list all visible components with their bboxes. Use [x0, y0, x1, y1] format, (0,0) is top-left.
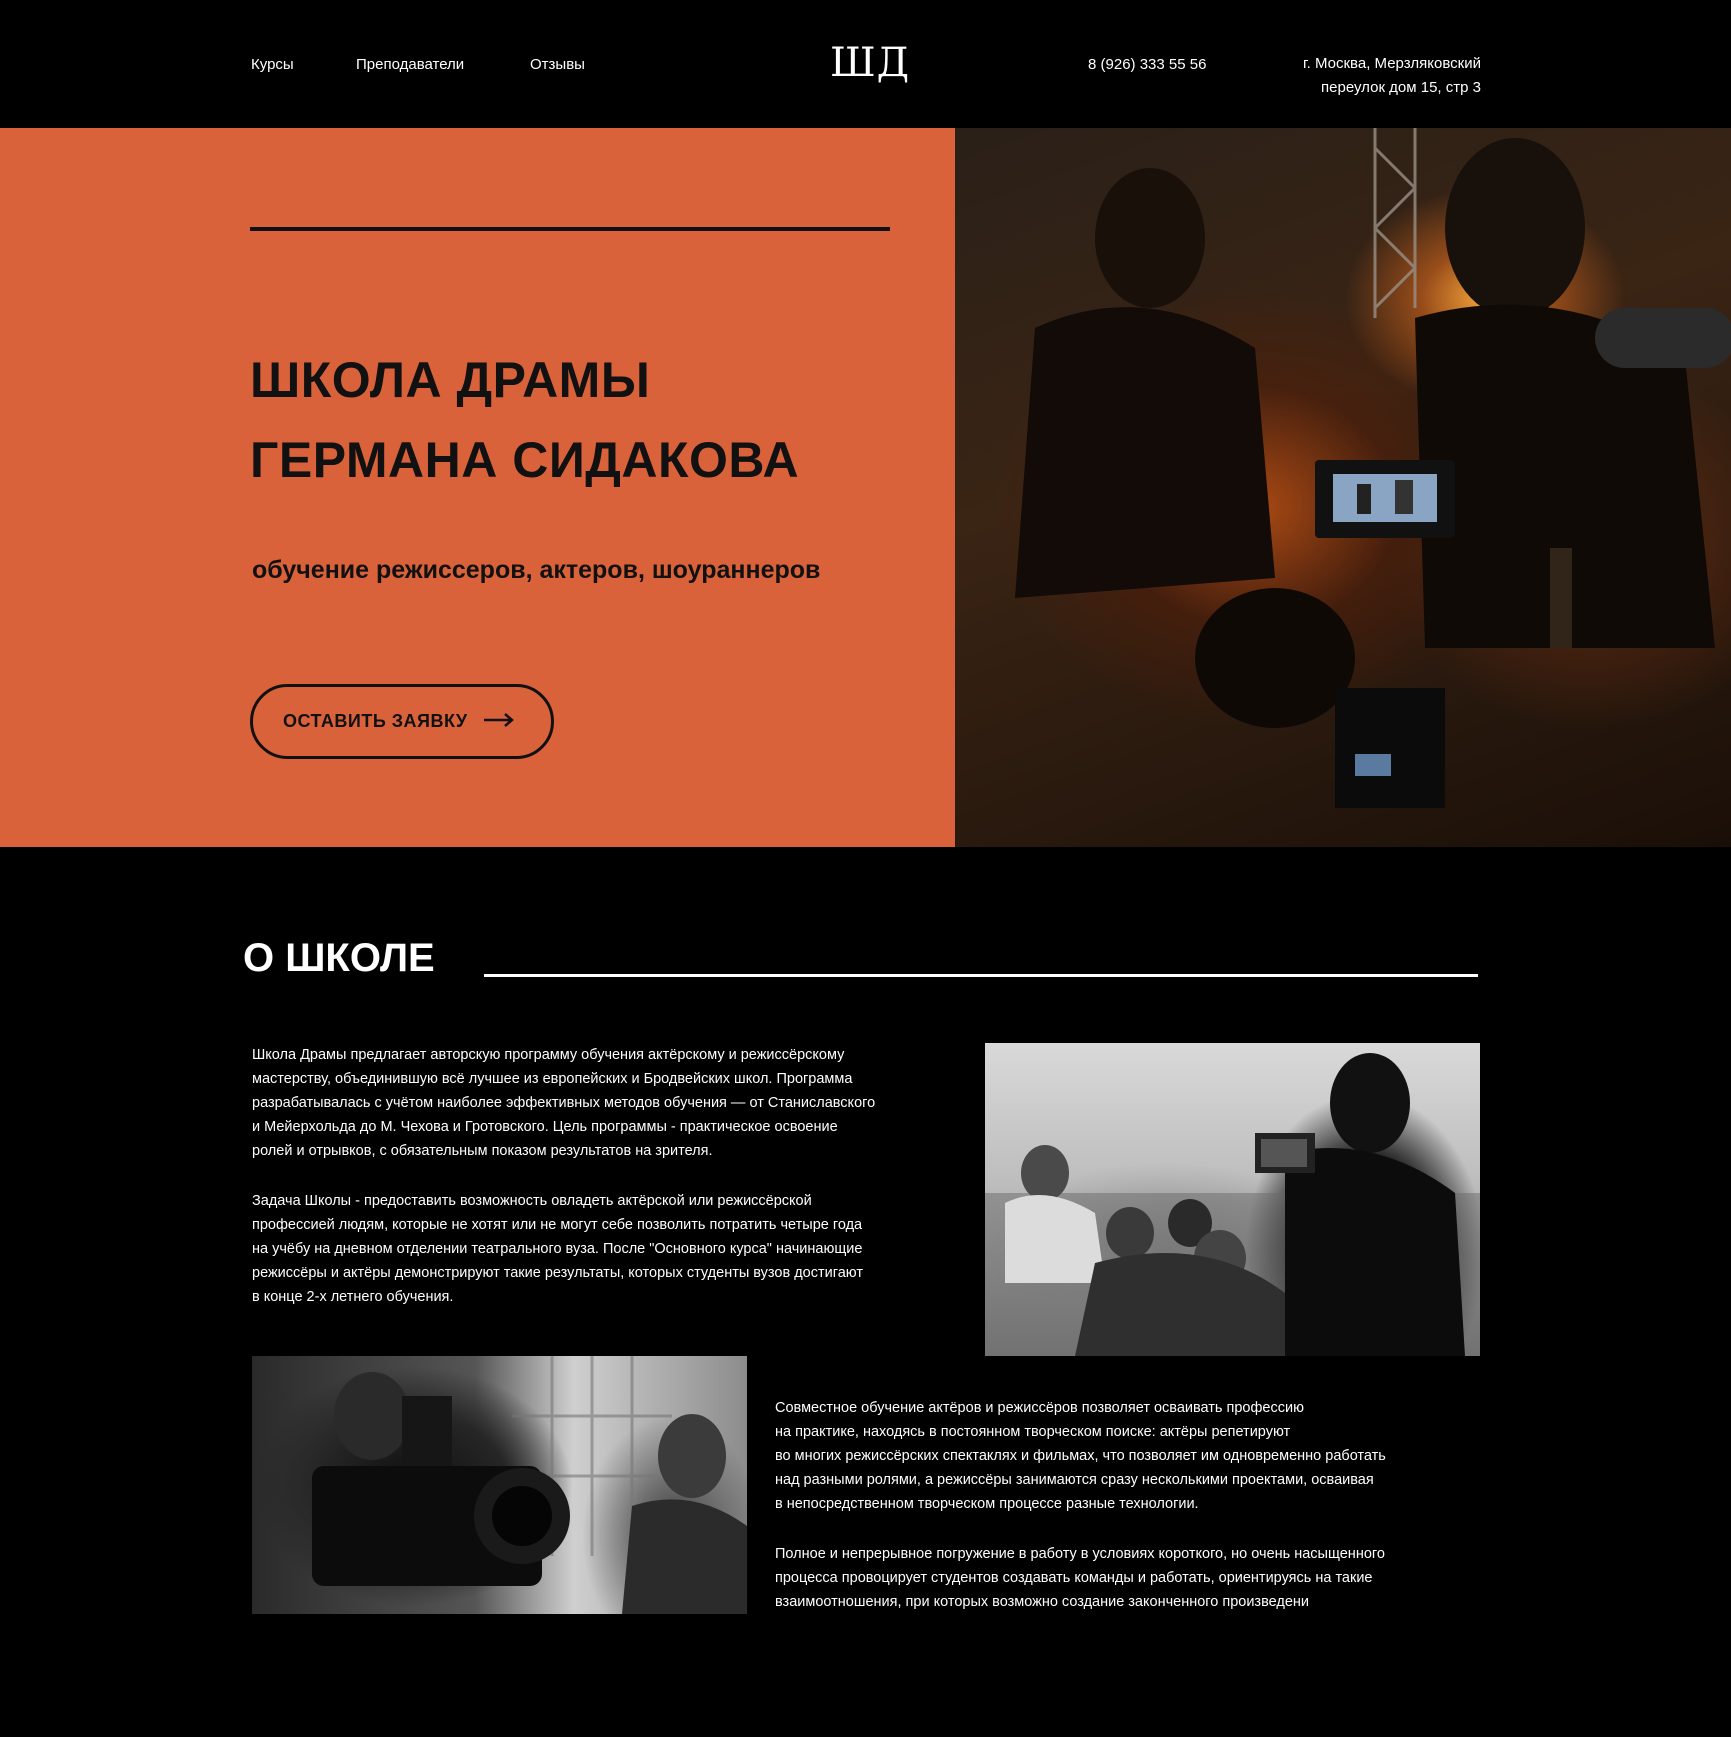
apply-button[interactable]: ОСТАВИТЬ ЗАЯВКУ [250, 684, 554, 759]
nav-link-teachers[interactable]: Преподаватели [356, 56, 464, 73]
hero-photo [955, 128, 1731, 847]
site-header: Курсы Преподаватели Отзывы ШД 8 (926) 33… [0, 0, 1731, 128]
about-photo-rehearsal [985, 1043, 1480, 1356]
about-paragraph-4: Полное и непрерывное погружение в работу… [775, 1546, 1385, 1610]
hero-panel: ШКОЛА ДРАМЫ ГЕРМАНА СИДАКОВА обучение ре… [0, 128, 955, 847]
about-title: О ШКОЛЕ [243, 936, 435, 980]
phone-number[interactable]: 8 (926) 333 55 56 [1088, 56, 1206, 73]
address: г. Москва, Мерзляковский переулок дом 15… [1303, 52, 1481, 100]
about-paragraph-3: Совместное обучение актёров и режиссёров… [775, 1400, 1386, 1512]
nav-link-reviews[interactable]: Отзывы [530, 56, 585, 73]
hero-title-line-1: ШКОЛА ДРАМЫ [250, 352, 651, 408]
site-logo[interactable]: ШД [830, 40, 910, 86]
hero-divider [250, 227, 890, 231]
apply-button-label: ОСТАВИТЬ ЗАЯВКУ [283, 711, 468, 731]
address-line-2: переулок дом 15, стр 3 [1321, 79, 1481, 96]
hero-title: ШКОЛА ДРАМЫ ГЕРМАНА СИДАКОВА [250, 340, 890, 500]
arrow-right-icon [483, 713, 514, 730]
address-line-1: г. Москва, Мерзляковский [1303, 55, 1481, 72]
hero-title-line-2: ГЕРМАНА СИДАКОВА [250, 432, 800, 488]
about-photo-camera [252, 1356, 747, 1614]
about-paragraph-2: Задача Школы - предоставить возможность … [252, 1193, 863, 1305]
hero-subtitle: обучение режиссеров, актеров, шоураннеро… [252, 556, 821, 584]
nav-link-courses[interactable]: Курсы [251, 56, 294, 73]
about-paragraph-1: Школа Драмы предлагает авторскую програм… [252, 1047, 876, 1159]
about-divider [484, 974, 1478, 977]
